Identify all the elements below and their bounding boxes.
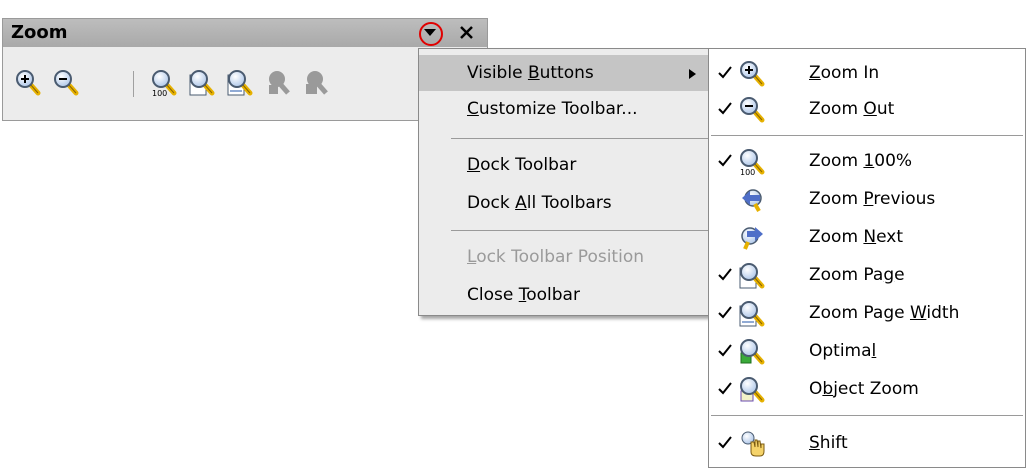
menu-item-close-toolbar[interactable]: Close Toolbar	[419, 277, 713, 313]
object-zoom-icon	[739, 376, 765, 404]
zoom-in-icon[interactable]	[15, 69, 41, 97]
toolbar-context-menu: Visible Buttons Customize Toolbar... Doc…	[418, 48, 714, 316]
check-icon	[717, 380, 733, 396]
submenu-item-zoom-100[interactable]: 100 Zoom 100%	[709, 143, 1025, 181]
menu-separator	[451, 138, 709, 139]
submenu-item-zoom-page-width[interactable]: Zoom Page Width	[709, 295, 1025, 333]
check-icon	[717, 342, 733, 358]
zoom-out-icon	[739, 96, 765, 124]
menu-item-label: Dock Toolbar	[467, 155, 577, 175]
check-icon	[717, 304, 733, 320]
submenu-item-label: Optimal	[809, 341, 877, 361]
zoom-100-icon: 100	[739, 148, 765, 176]
submenu-item-optimal[interactable]: Optimal	[709, 333, 1025, 371]
submenu-item-label: Zoom Out	[809, 99, 895, 119]
zoom-page-icon	[739, 262, 765, 289]
submenu-item-zoom-next[interactable]: Zoom Next	[709, 219, 1025, 257]
svg-text:100: 100	[152, 89, 167, 97]
dropdown-arrow-icon	[424, 29, 436, 36]
submenu-item-label: Zoom 100%	[809, 151, 913, 171]
toolbar-title: Zoom	[11, 22, 68, 43]
submenu-item-label: Zoom Next	[809, 227, 904, 247]
check-icon	[717, 434, 733, 450]
submenu-item-label: Zoom In	[809, 63, 880, 83]
optimal-zoom-icon-disabled	[265, 69, 291, 97]
toolbar-menu-button[interactable]	[419, 22, 443, 46]
menu-item-label: Dock All Toolbars	[467, 193, 612, 213]
submenu-item-shift[interactable]: Shift	[709, 425, 1025, 463]
check-icon	[717, 152, 733, 168]
check-icon	[717, 64, 733, 80]
check-icon	[717, 100, 733, 116]
submenu-separator	[711, 135, 1023, 136]
submenu-item-zoom-page[interactable]: Zoom Page	[709, 257, 1025, 295]
submenu-item-label: Object Zoom	[809, 379, 919, 399]
submenu-item-zoom-in[interactable]: Zoom In	[709, 55, 1025, 93]
menu-item-label: Customize Toolbar...	[467, 99, 638, 119]
zoom-next-icon	[741, 227, 763, 250]
menu-item-label: Lock Toolbar Position	[467, 247, 644, 267]
zoom-page-width-icon[interactable]	[227, 69, 253, 97]
submenu-item-label: Zoom Page	[809, 265, 905, 285]
menu-item-label: Close Toolbar	[467, 285, 580, 305]
submenu-item-zoom-out[interactable]: Zoom Out	[709, 91, 1025, 129]
submenu-item-label: Zoom Page Width	[809, 303, 960, 323]
zoom-out-icon[interactable]	[53, 69, 79, 97]
toolbar-separator	[133, 71, 134, 97]
submenu-separator	[711, 415, 1023, 416]
submenu-item-label: Shift	[809, 433, 848, 453]
submenu-arrow-icon	[689, 69, 696, 79]
close-button[interactable]	[455, 20, 479, 44]
visible-buttons-submenu: Zoom In Zoom Out 100 Zoom 100% Zoom Prev…	[708, 48, 1026, 468]
zoom-in-icon	[739, 60, 765, 88]
zoom-page-icon[interactable]	[189, 69, 215, 97]
menu-item-lock-toolbar-position: Lock Toolbar Position	[419, 239, 713, 275]
menu-item-customize-toolbar[interactable]: Customize Toolbar...	[419, 91, 713, 127]
optimal-zoom-icon	[739, 338, 765, 366]
zoom-page-width-icon	[739, 300, 765, 327]
submenu-item-label: Zoom Previous	[809, 189, 936, 209]
shift-hand-icon	[741, 431, 765, 457]
zoom-toolbar: Zoom 100	[2, 18, 488, 121]
submenu-item-object-zoom[interactable]: Object Zoom	[709, 371, 1025, 409]
object-zoom-icon-disabled	[303, 69, 329, 97]
menu-item-dock-all-toolbars[interactable]: Dock All Toolbars	[419, 185, 713, 221]
submenu-item-zoom-previous[interactable]: Zoom Previous	[709, 181, 1025, 219]
zoom-100-icon[interactable]: 100	[151, 69, 177, 98]
menu-item-label: Visible Buttons	[467, 63, 594, 83]
menu-item-visible-buttons[interactable]: Visible Buttons	[419, 55, 713, 91]
menu-separator	[451, 230, 709, 231]
check-icon	[717, 266, 733, 282]
close-icon	[460, 26, 473, 39]
zoom-previous-icon	[742, 189, 762, 212]
menu-item-dock-toolbar[interactable]: Dock Toolbar	[419, 147, 713, 183]
svg-text:100: 100	[740, 168, 755, 176]
toolbar-title-bar[interactable]: Zoom	[3, 19, 487, 47]
